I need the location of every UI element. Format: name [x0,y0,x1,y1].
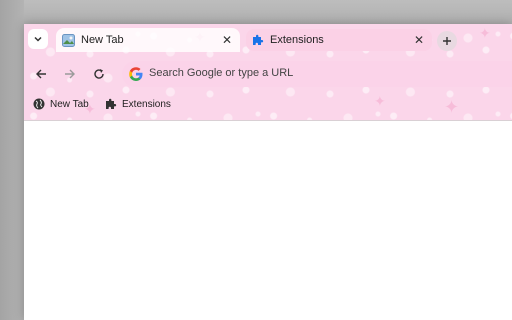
reload-button[interactable] [90,65,108,83]
puzzle-piece-icon [106,98,117,109]
page-content[interactable] [24,121,512,320]
bookmark-new-tab[interactable]: New Tab [33,96,89,112]
forward-button[interactable] [61,65,79,83]
toolbar: Search Google or type a URL [24,57,512,91]
desktop-background [0,0,512,24]
new-tab-button[interactable] [437,31,457,51]
arrow-right-icon [65,69,75,79]
google-icon [129,67,143,81]
close-icon[interactable]: ✕ [412,33,426,47]
bookmark-extensions[interactable]: Extensions [105,96,171,112]
back-button[interactable] [32,65,50,83]
plus-icon [443,37,451,45]
bookmarks-bar: New Tab Extensions [24,92,512,116]
globe-icon [33,98,45,110]
desktop-background-left [0,0,24,320]
tab-label: Extensions [270,34,324,46]
chevron-down-icon [34,36,42,42]
close-icon[interactable]: ✕ [220,33,234,47]
arrow-left-icon [36,69,46,79]
reload-icon [94,69,104,79]
tab-extensions[interactable]: Extensions ✕ [246,29,432,51]
omnibox[interactable]: Search Google or type a URL [122,61,512,87]
bookmark-label: Extensions [122,98,171,110]
star-decoration: ✦ [479,25,491,41]
tab-new-tab[interactable]: New Tab ✕ [56,28,240,52]
puzzle-piece-icon [253,34,264,45]
new-tab-page-icon [62,33,75,47]
tab-label: New Tab [81,34,124,46]
omnibox-placeholder: Search Google or type a URL [149,67,294,79]
tab-search-button[interactable] [28,29,48,49]
bookmark-label: New Tab [50,98,89,110]
browser-window: ✦ ✦ ✦ ✦ ✦ ✦ New Tab ✕ Extensions ✕ [24,24,512,320]
